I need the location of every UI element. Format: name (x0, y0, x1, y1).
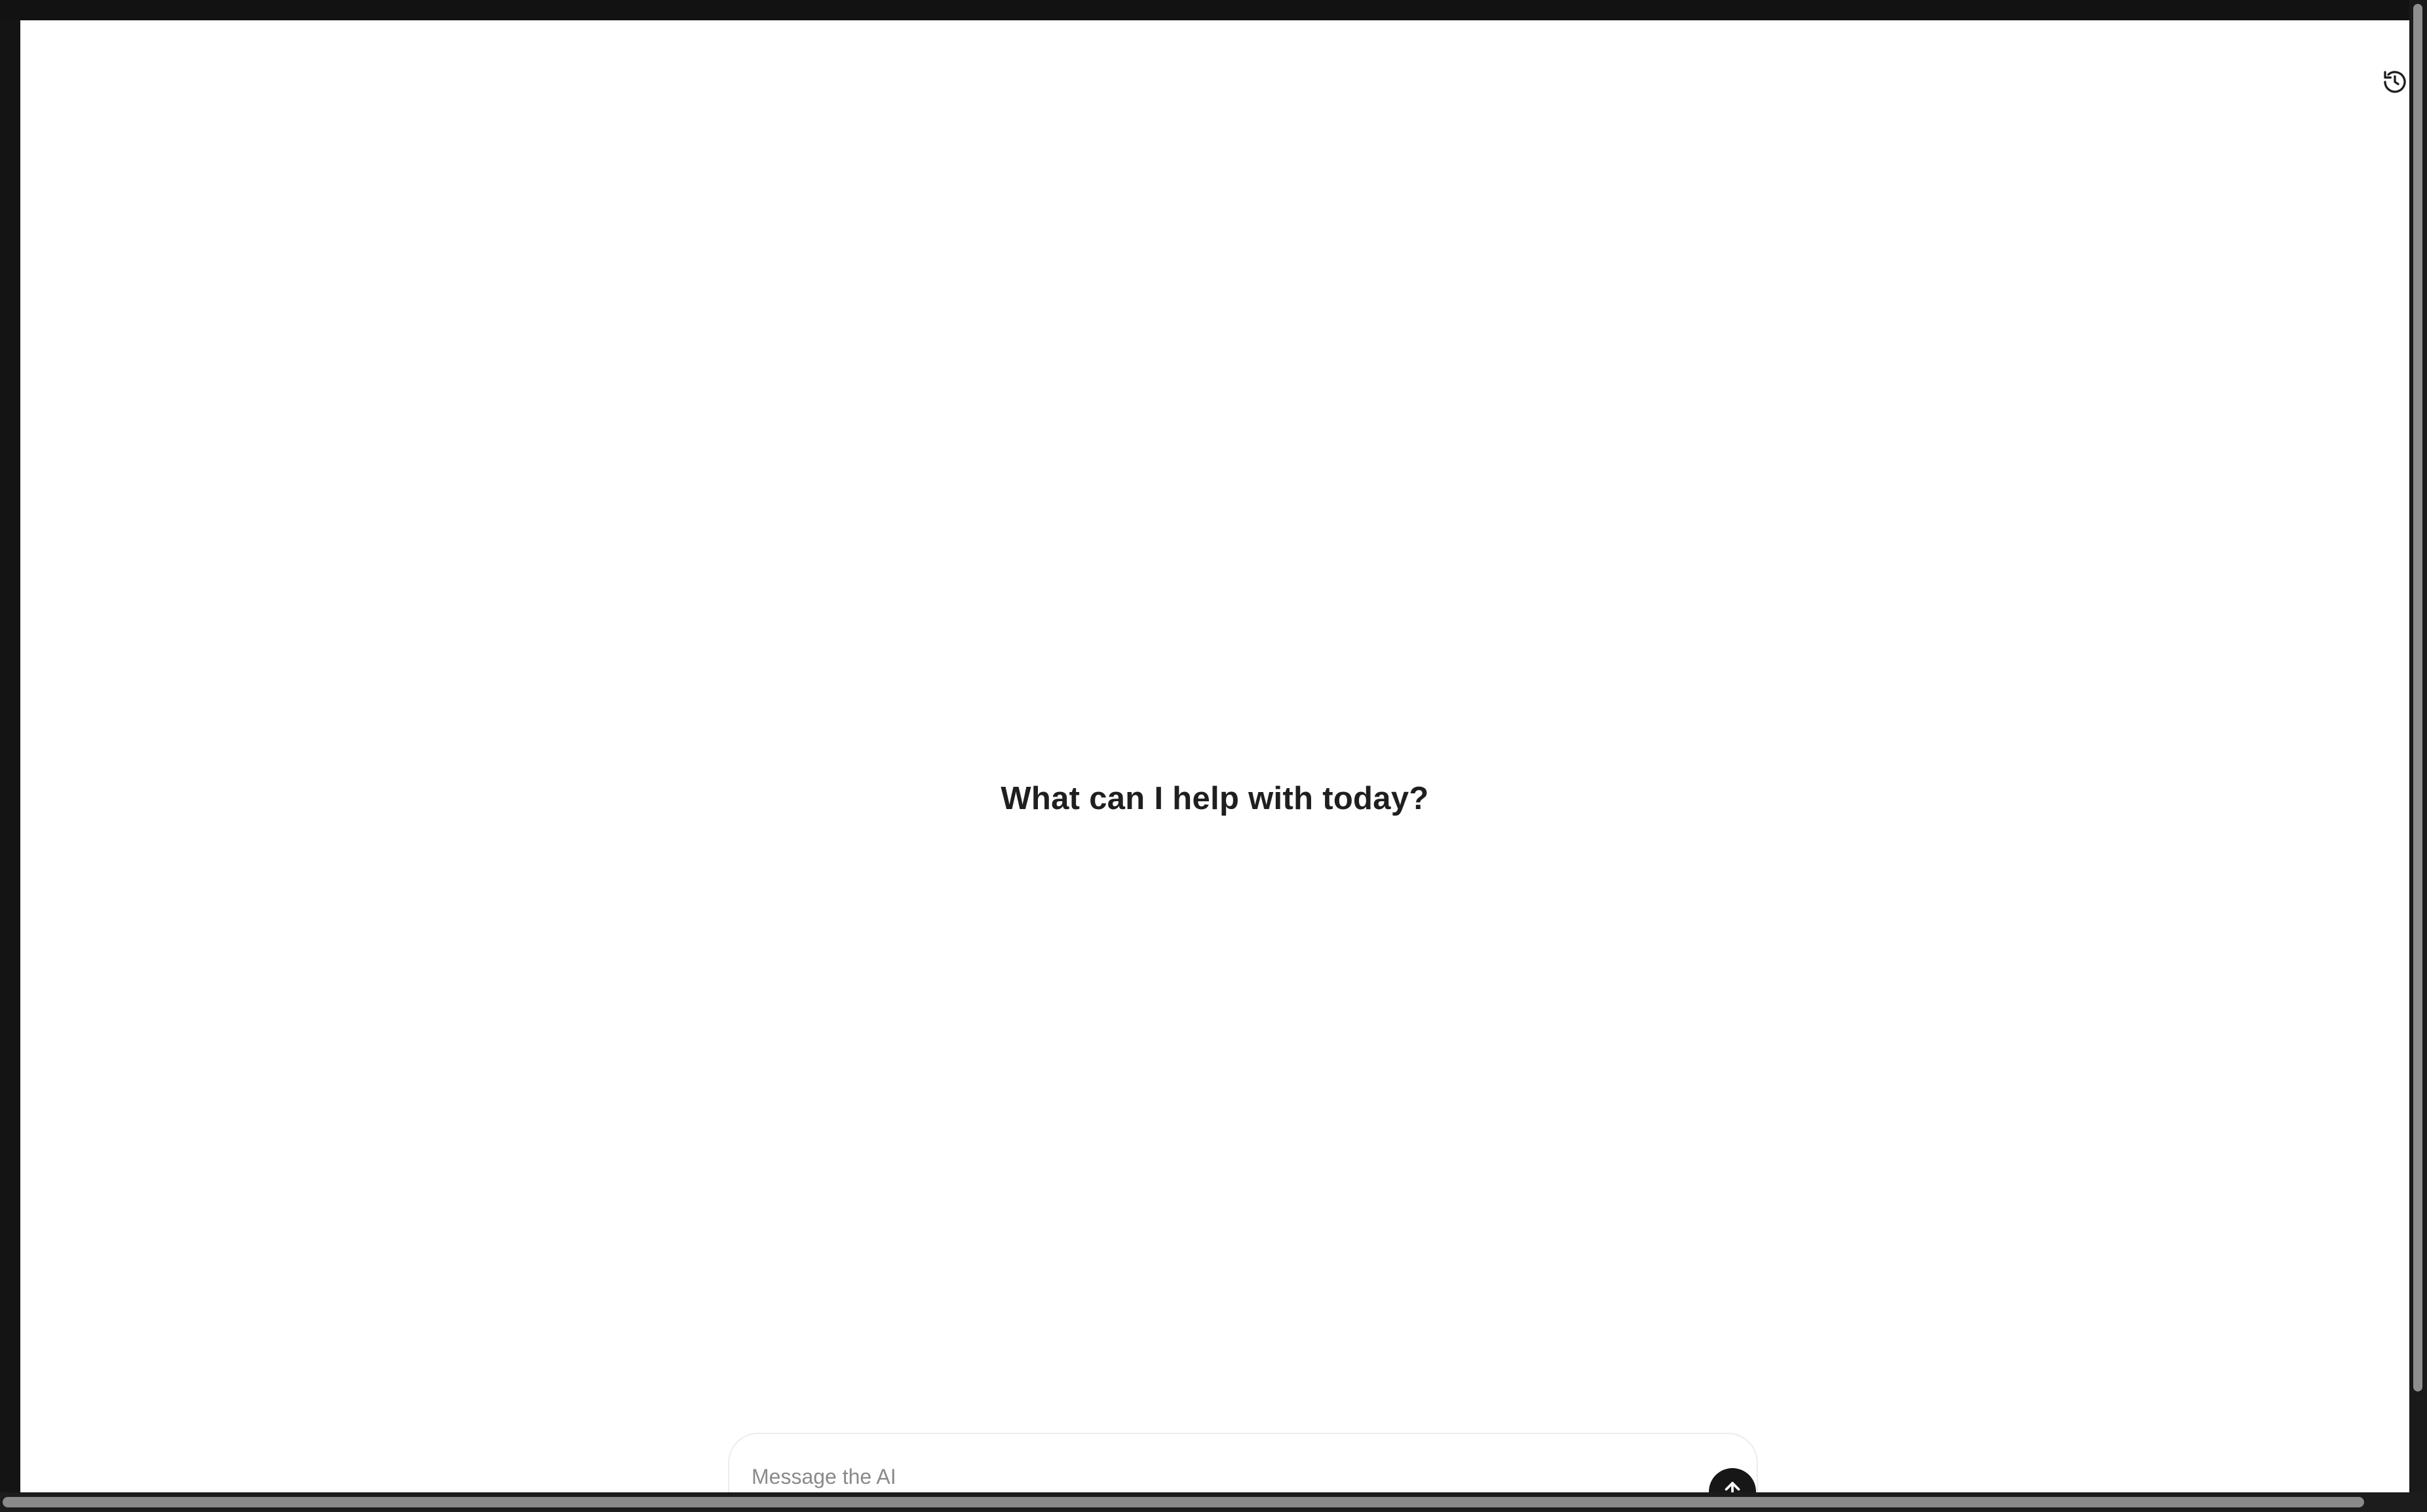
vertical-scrollbar[interactable] (2409, 0, 2427, 1492)
arrow-up-icon (1720, 1478, 1745, 1492)
horizontal-scrollbar[interactable] (0, 1492, 2427, 1512)
horizontal-scrollbar-thumb[interactable] (3, 1497, 2364, 1507)
window-left-edge (0, 20, 20, 1492)
chat-viewport: What can I help with today? (20, 20, 2409, 1492)
history-clock-icon (2382, 69, 2408, 98)
message-input[interactable] (750, 1456, 1605, 1492)
message-composer (728, 1433, 1758, 1492)
page-title: What can I help with today? (1001, 781, 1429, 816)
vertical-scrollbar-thumb[interactable] (2413, 4, 2422, 1391)
history-button[interactable] (2378, 66, 2409, 100)
window-top-bar (0, 0, 2427, 20)
send-button[interactable] (1709, 1468, 1756, 1492)
